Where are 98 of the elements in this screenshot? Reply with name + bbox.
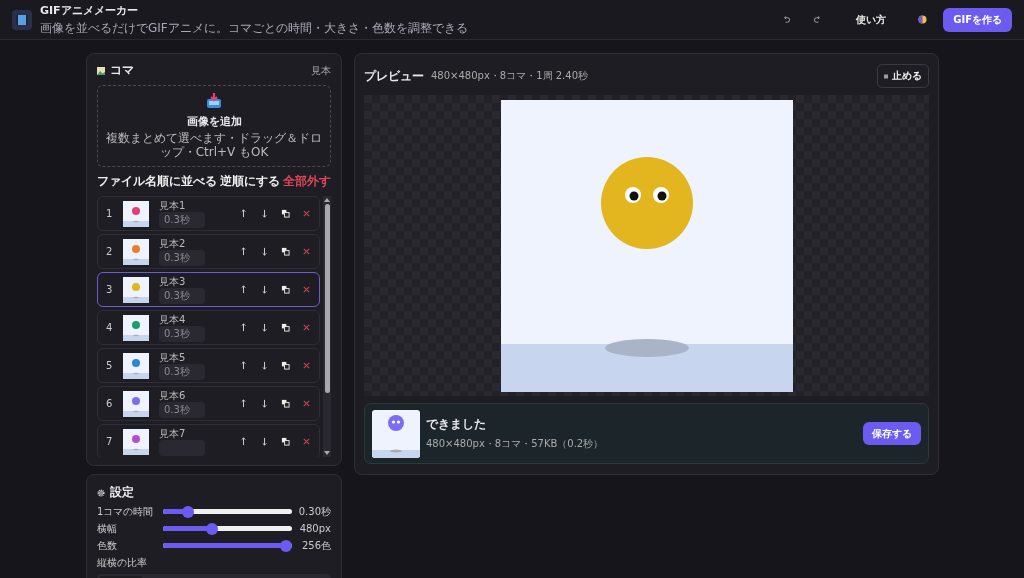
duplicate-icon[interactable]	[281, 247, 290, 256]
scrollbar[interactable]	[323, 196, 331, 457]
frame-name: 見本7	[159, 427, 187, 439]
setting-value: 0.30秒	[298, 504, 331, 519]
help-button[interactable]: 使い方	[848, 8, 895, 31]
move-up-icon[interactable]	[239, 323, 248, 332]
remove-all-button[interactable]: 全部外す	[283, 171, 331, 192]
delete-icon[interactable]	[302, 247, 311, 256]
image-dropzone[interactable]: 画像を追加 複数まとめて選べます・ドラッグ＆ドロップ・Ctrl+V もOK	[97, 85, 331, 167]
setting-value: 256色	[301, 538, 331, 553]
move-up-icon[interactable]	[239, 285, 248, 294]
duplicate-icon[interactable]	[281, 399, 290, 408]
frame-name: 見本4	[159, 313, 187, 325]
frame-row[interactable]: 7 見本7	[97, 424, 320, 457]
move-down-icon[interactable]	[260, 247, 269, 256]
panel-title: 設定	[110, 484, 134, 501]
frame-thumbnail	[123, 238, 149, 265]
frame-number: 1	[106, 208, 113, 219]
frame-number: 3	[106, 284, 113, 295]
duplicate-icon[interactable]	[281, 323, 290, 332]
panel-title: コマ	[110, 62, 134, 79]
move-down-icon[interactable]	[260, 209, 269, 218]
frame-row[interactable]: 4 見本4 0.3秒	[97, 310, 320, 345]
image-icon	[97, 66, 105, 75]
inbox-download-icon	[206, 92, 222, 109]
duplicate-icon[interactable]	[281, 437, 290, 446]
theme-toggle-icon[interactable]	[918, 15, 928, 24]
duplicate-icon[interactable]	[281, 285, 290, 294]
delete-icon[interactable]	[302, 209, 311, 218]
sort-button[interactable]: ファイル名順に並べる	[97, 171, 217, 192]
frame-number: 6	[106, 398, 113, 409]
duration-field[interactable]: 0.3秒	[159, 211, 205, 228]
undo-icon[interactable]	[782, 15, 792, 24]
gear-icon	[97, 488, 105, 497]
save-button[interactable]: 保存する	[863, 422, 921, 446]
scroll-down-icon[interactable]	[324, 451, 330, 455]
move-up-icon[interactable]	[239, 399, 248, 408]
frame-row[interactable]: 6 見本6 0.3秒	[97, 386, 320, 421]
stop-button[interactable]: 止める	[877, 64, 929, 88]
frame-row[interactable]: 1 見本1 0.3秒	[97, 196, 320, 231]
setting-value: 480px	[299, 523, 331, 534]
sample-link[interactable]: 見本	[311, 63, 331, 78]
duration-field[interactable]: 0.3秒	[159, 401, 205, 418]
frame-thumbnail	[123, 314, 149, 341]
panel-title: プレビュー	[364, 67, 424, 85]
setting-label: 横幅	[97, 521, 118, 536]
delete-icon[interactable]	[302, 323, 311, 332]
frame-name: 見本3	[159, 275, 187, 287]
duration-field[interactable]: 0.3秒	[159, 249, 205, 266]
delete-icon[interactable]	[302, 285, 311, 294]
move-down-icon[interactable]	[260, 285, 269, 294]
sort-button[interactable]: 逆順にする	[220, 171, 280, 192]
duplicate-icon[interactable]	[281, 361, 290, 370]
result-info: 480×480px・8コマ・57KB（0.2秒）	[426, 437, 604, 452]
frame-name: 見本6	[159, 389, 187, 401]
frame-row[interactable]: 5 見本5 0.3秒	[97, 348, 320, 383]
move-down-icon[interactable]	[260, 437, 269, 446]
app-title: GIFアニメメーカー	[40, 2, 139, 18]
move-up-icon[interactable]	[239, 361, 248, 370]
move-up-icon[interactable]	[239, 247, 248, 256]
gif-thumbnail	[372, 409, 420, 458]
move-down-icon[interactable]	[260, 399, 269, 408]
frame-name: 見本5	[159, 351, 187, 363]
delete-icon[interactable]	[302, 437, 311, 446]
dropzone-title: 画像を追加	[186, 113, 242, 129]
frame-number: 4	[106, 322, 113, 333]
frame-thumbnail	[123, 352, 149, 379]
duration-field[interactable]: 0.3秒	[159, 325, 205, 342]
frame-row[interactable]: 2 見本2 0.3秒	[97, 234, 320, 269]
preview-info: 480×480px・8コマ・1周 2.40秒	[431, 69, 588, 83]
duplicate-icon[interactable]	[281, 209, 290, 218]
setting-label: 色数	[97, 538, 118, 553]
move-down-icon[interactable]	[260, 361, 269, 370]
duration-field[interactable]: 0.3秒	[159, 363, 205, 380]
pause-icon	[884, 73, 888, 79]
frame-number: 7	[106, 436, 113, 447]
dropzone-hint: 複数まとめて選べます・ドラッグ＆ドロップ・Ctrl+V もOK	[106, 131, 322, 160]
frame-thumbnail	[123, 428, 149, 455]
setting-label: 1コマの時間	[97, 504, 155, 519]
move-up-icon[interactable]	[239, 437, 248, 446]
move-down-icon[interactable]	[260, 323, 269, 332]
frame-thumbnail	[123, 390, 149, 417]
frame-number: 5	[106, 360, 113, 371]
frame-row[interactable]: 3 見本3 0.3秒	[97, 272, 320, 307]
make-gif-button[interactable]: GIFを作る	[943, 7, 1012, 32]
frame-thumbnail	[123, 200, 149, 227]
duration-field[interactable]: 0.3秒	[159, 287, 205, 304]
frame-name: 見本1	[159, 199, 187, 211]
scroll-up-icon[interactable]	[324, 198, 330, 202]
frame-name: 見本2	[159, 237, 187, 249]
move-up-icon[interactable]	[239, 209, 248, 218]
frame-number: 2	[106, 246, 113, 257]
frame-thumbnail	[123, 276, 149, 303]
delete-icon[interactable]	[302, 361, 311, 370]
app-subtitle: 画像を並べるだけでGIFアニメに。コマごとの時間・大きさ・色数を調整できる	[40, 19, 468, 37]
setting-label: 縦横の比率	[97, 556, 148, 570]
delete-icon[interactable]	[302, 399, 311, 408]
result-title: できました	[426, 416, 487, 434]
